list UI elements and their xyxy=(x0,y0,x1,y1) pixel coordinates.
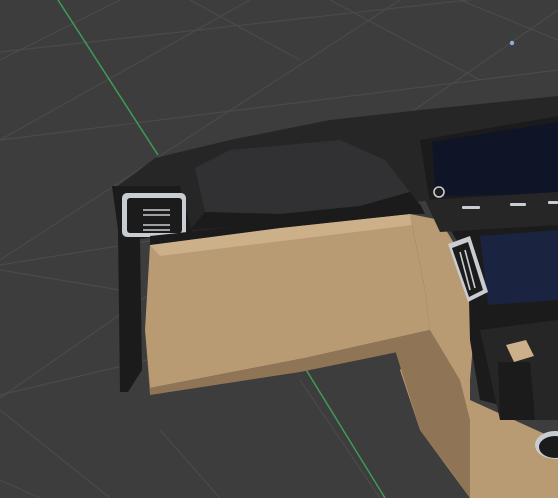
dashboard-model[interactable] xyxy=(112,96,558,498)
shifter-base xyxy=(498,362,535,420)
3d-viewport[interactable] xyxy=(0,0,558,498)
viewport-canvas[interactable] xyxy=(0,0,558,498)
control-button[interactable] xyxy=(510,203,526,206)
climate-display xyxy=(480,230,558,305)
3d-cursor-dot[interactable] xyxy=(509,40,515,46)
control-button[interactable] xyxy=(548,201,558,204)
left-air-vent[interactable] xyxy=(122,193,186,237)
control-button[interactable] xyxy=(462,206,480,209)
gear-shifter[interactable] xyxy=(480,320,558,420)
